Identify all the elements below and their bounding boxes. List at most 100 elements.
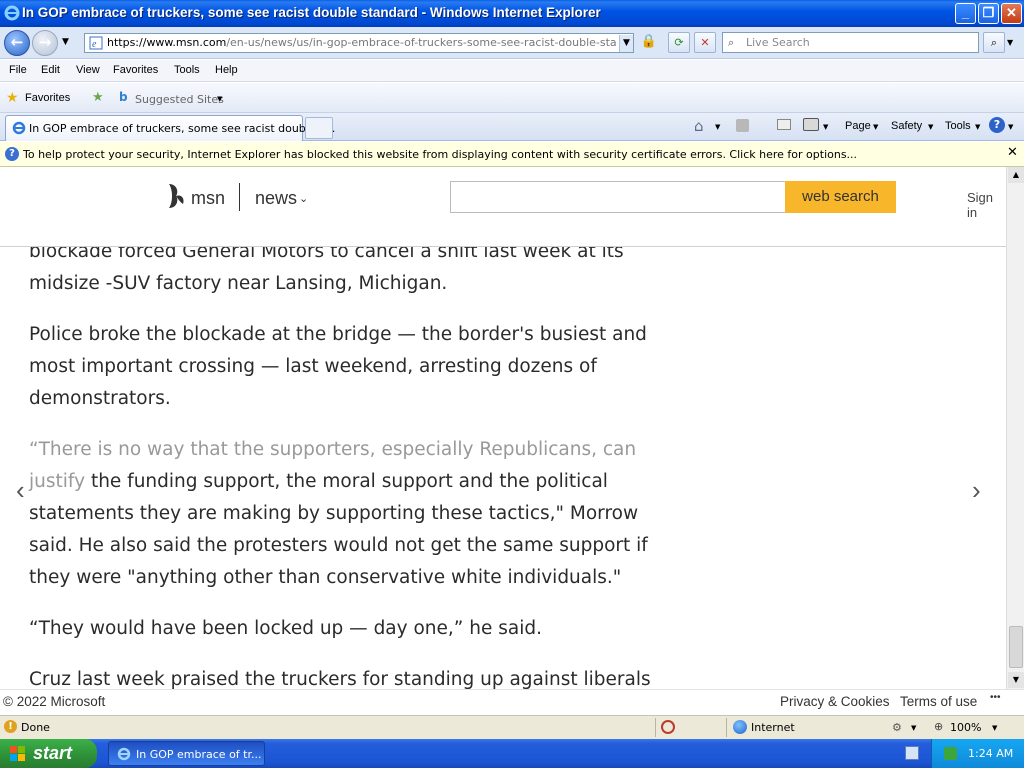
scroll-thumb[interactable]	[1009, 626, 1023, 668]
zone-text: Internet	[751, 721, 795, 734]
previous-arrow-icon[interactable]: ‹	[16, 475, 25, 506]
more-options-icon[interactable]: •••	[990, 692, 1001, 703]
svg-text:e: e	[92, 39, 97, 50]
msn-butterfly-icon[interactable]	[165, 182, 187, 210]
refresh-icon: ⟳	[674, 36, 684, 49]
info-bar-close-icon[interactable]: ✕	[1007, 145, 1018, 160]
vertical-scrollbar[interactable]: ▲ ▼	[1006, 167, 1024, 689]
copyright-text: © 2022 Microsoft	[3, 694, 106, 709]
ie-logo-icon	[4, 5, 20, 21]
security-info-bar[interactable]: ? To help protect your security, Interne…	[0, 142, 1024, 167]
news-section-link[interactable]: news	[255, 188, 297, 209]
status-divider	[655, 718, 656, 737]
help-dropdown-icon[interactable]: ▼	[1008, 123, 1013, 131]
refresh-button[interactable]: ⟳	[668, 32, 690, 53]
globe-icon	[733, 720, 747, 734]
url-text[interactable]: https://www.msn.com/en-us/news/us/in-gop…	[107, 36, 617, 49]
taskbar-item-ie[interactable]: In GOP embrace of tr...	[108, 741, 265, 766]
favorites-star-icon: ★	[6, 90, 19, 106]
sign-in-link[interactable]: Sign in	[967, 190, 1006, 220]
taskbar-item-label: In GOP embrace of tr...	[136, 748, 262, 761]
menu-tools[interactable]: Tools	[174, 64, 200, 76]
title-bar[interactable]: In GOP embrace of truckers, some see rac…	[0, 0, 1024, 27]
menu-favorites[interactable]: Favorites	[113, 64, 158, 76]
protected-mode-icon[interactable]: ⚙	[892, 721, 902, 734]
status-bar: ! Done Internet ⚙ ▼ ⊕ 100% ▼	[0, 715, 1024, 739]
msn-search-input[interactable]	[450, 181, 786, 213]
help-icon[interactable]: ?	[989, 117, 1005, 133]
search-go-button[interactable]: ⌕	[983, 32, 1005, 53]
web-search-button[interactable]: web search	[785, 181, 896, 213]
safety-menu[interactable]: Safety	[891, 120, 922, 132]
url-host: www.msn.com	[146, 36, 227, 49]
privacy-link[interactable]: Privacy & Cookies	[780, 694, 890, 709]
quote-rest: the funding support, the moral support a…	[29, 471, 648, 588]
safety-dropdown-icon[interactable]: ▼	[928, 123, 933, 131]
page-menu[interactable]: Page	[845, 120, 871, 132]
menu-view[interactable]: View	[76, 64, 100, 76]
forward-button[interactable]: →	[32, 30, 58, 56]
stop-icon: ✕	[700, 36, 710, 49]
tray-network-icon[interactable]	[905, 746, 919, 760]
zoom-icon[interactable]: ⊕	[934, 720, 943, 733]
blocked-icon[interactable]	[661, 720, 675, 734]
search-options-dropdown-icon[interactable]: ▼	[1007, 38, 1013, 47]
chevron-down-icon[interactable]: ⌄	[299, 192, 308, 205]
lock-icon[interactable]: 🔒	[640, 34, 658, 52]
start-button[interactable]: start	[0, 739, 97, 768]
maximize-button[interactable]: ❐	[978, 3, 999, 24]
tab-label: In GOP embrace of truckers, some see rac…	[29, 122, 336, 135]
url-path: /en-us/news/us/in-gop-embrace-of-trucker…	[226, 36, 617, 49]
tools-menu[interactable]: Tools	[945, 120, 971, 132]
stop-button[interactable]: ✕	[694, 32, 716, 53]
tools-dropdown-icon[interactable]: ▼	[975, 123, 980, 131]
history-dropdown-icon[interactable]: ▼	[62, 37, 69, 47]
print-dropdown-icon[interactable]: ▼	[823, 123, 828, 131]
add-favorites-icon[interactable]: ★	[92, 90, 104, 105]
search-icon: ⌕	[728, 36, 735, 49]
favorites-button[interactable]: Favorites	[25, 92, 70, 104]
new-tab-button[interactable]	[305, 117, 333, 139]
back-button[interactable]: ←	[4, 30, 30, 56]
zoom-level[interactable]: 100%	[950, 721, 981, 734]
close-button[interactable]: ✕	[1001, 3, 1022, 24]
zoom-dropdown-icon[interactable]: ▼	[992, 724, 997, 732]
read-mail-icon[interactable]	[777, 119, 791, 130]
url-prefix: https://	[107, 36, 147, 49]
next-arrow-icon[interactable]: ›	[972, 475, 981, 506]
menu-file[interactable]: File	[9, 64, 27, 76]
start-label: start	[33, 743, 73, 763]
tab-ie-icon	[12, 121, 26, 135]
page-dropdown-icon[interactable]: ▼	[873, 123, 878, 131]
msn-logo-text[interactable]: msn	[191, 188, 225, 209]
menu-edit[interactable]: Edit	[41, 64, 60, 76]
print-icon[interactable]	[803, 118, 819, 131]
windows-logo-icon	[10, 746, 25, 761]
article-body: blockade forced General Motors to cancel…	[29, 236, 659, 715]
system-tray: 1:24 AM	[931, 739, 1024, 768]
tab-active[interactable]: In GOP embrace of truckers, some see rac…	[5, 115, 335, 141]
scroll-down-icon[interactable]: ▼	[1008, 672, 1024, 688]
msn-footer: © 2022 Microsoft Privacy & Cookies Terms…	[0, 689, 1024, 715]
magnifier-icon: ⌕	[990, 36, 998, 49]
window-title: In GOP embrace of truckers, some see rac…	[22, 5, 601, 20]
info-bar-text: To help protect your security, Internet …	[23, 148, 858, 161]
status-divider	[726, 718, 727, 737]
suggested-dropdown-icon[interactable]: ▼	[217, 95, 222, 103]
warning-icon[interactable]: !	[4, 720, 17, 733]
scroll-up-icon[interactable]: ▲	[1008, 167, 1024, 183]
address-dropdown-icon[interactable]: ▼	[619, 35, 633, 52]
header-divider	[239, 183, 240, 211]
minimize-button[interactable]: _	[955, 3, 976, 24]
clock[interactable]: 1:24 AM	[968, 747, 1013, 760]
terms-link[interactable]: Terms of use	[900, 694, 977, 709]
status-text: Done	[21, 721, 50, 734]
protected-mode-dropdown-icon[interactable]: ▼	[911, 724, 916, 732]
msn-header: msn news ⌄ web search Sign in	[0, 167, 1006, 247]
menu-help[interactable]: Help	[215, 64, 238, 76]
home-dropdown-icon[interactable]: ▼	[715, 123, 720, 131]
home-icon[interactable]: ⌂	[694, 117, 704, 135]
suggested-sites-link[interactable]: Suggested Sites	[135, 93, 224, 106]
tray-security-icon[interactable]	[944, 747, 957, 760]
feeds-icon[interactable]	[736, 119, 749, 132]
